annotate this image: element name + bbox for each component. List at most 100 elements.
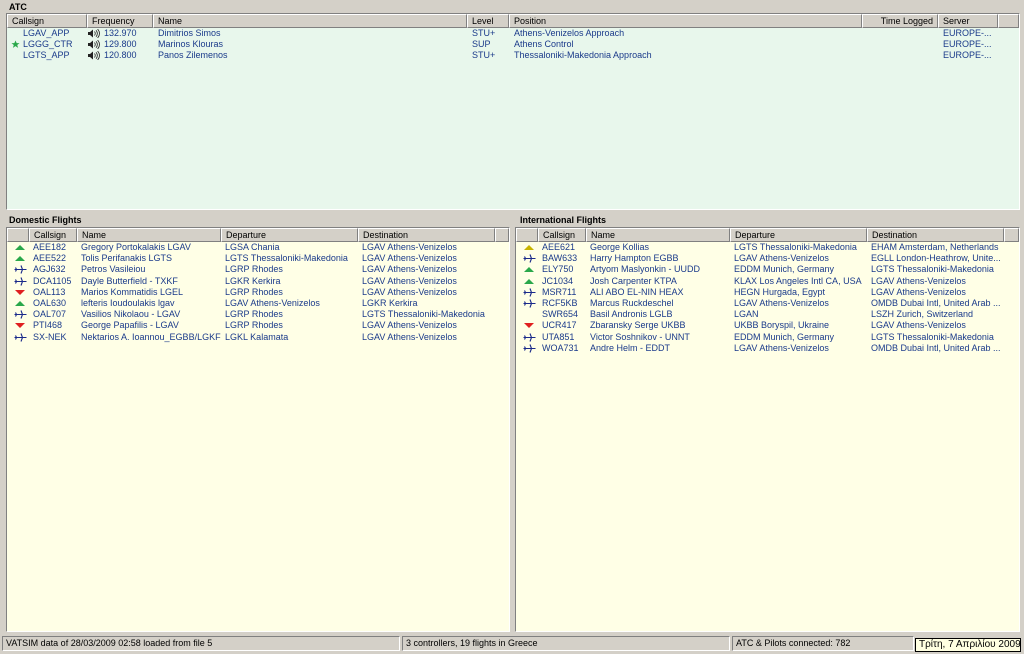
domestic-callsign: AEE182 bbox=[33, 242, 67, 252]
international-header: Callsign Name Departure Destination bbox=[516, 228, 1019, 242]
international-flight-row[interactable]: UTA851 Victor Soshnikov - UNNT EDDM Munich… bbox=[516, 332, 1019, 343]
domestic-destination: LGAV Athens-Venizelos bbox=[362, 320, 457, 331]
domestic-flight-row[interactable]: AEE182 Gregory Portokalakis LGAV LGSA Chan… bbox=[7, 242, 509, 253]
domestic-departure: LGRP Rhodes bbox=[225, 286, 283, 297]
atc-time-logged bbox=[865, 39, 935, 50]
domestic-panel-title: Domestic Flights bbox=[9, 215, 82, 225]
international-callsign: RCF5KB bbox=[542, 297, 578, 308]
atc-col-position[interactable]: Position bbox=[509, 14, 862, 28]
international-callsign: UTA851 bbox=[542, 331, 575, 342]
domestic-col-departure[interactable]: Departure bbox=[221, 228, 358, 242]
international-list[interactable]: Callsign Name Departure Destination AEE6… bbox=[515, 227, 1020, 632]
domestic-destination: LGKR Kerkira bbox=[362, 297, 418, 308]
domestic-destination: LGAV Athens-Venizelos bbox=[362, 242, 457, 252]
airborne-plane-icon bbox=[523, 254, 536, 263]
atc-row[interactable]: LGTS_APP 120.800 Panos Zilemenos STU+ Thessa… bbox=[7, 50, 1019, 61]
international-flight-row[interactable]: AEE621 George Kollias LGTS Thessaloniki-Ma… bbox=[516, 242, 1019, 253]
domestic-col-icon bbox=[7, 228, 29, 242]
international-flight-row[interactable]: BAW633 Harry Hampton EGBB LGAV Athens-Veni… bbox=[516, 253, 1019, 264]
atc-frequency: 132.970 bbox=[104, 28, 137, 38]
domestic-flight-row[interactable]: PTI468 George Papafilis - LGAV LGRP Rhodes… bbox=[7, 320, 509, 331]
status-data-source: VATSIM data of 28/03/2009 02:58 loaded f… bbox=[2, 636, 400, 651]
star-icon bbox=[11, 40, 23, 49]
status-summary: 3 controllers, 19 flights in Greece bbox=[402, 636, 730, 651]
atc-time-logged bbox=[865, 28, 935, 39]
atc-list[interactable]: Callsign Frequency Name Level Position T… bbox=[6, 13, 1020, 210]
atc-time-logged bbox=[865, 50, 935, 61]
domestic-departure: LGTS Thessaloniki-Makedonia bbox=[225, 253, 348, 264]
international-name: George Kollias bbox=[590, 242, 650, 252]
speaker-icon bbox=[87, 51, 100, 61]
international-col-departure[interactable]: Departure bbox=[730, 228, 867, 242]
atc-position: Athens-Venizelos Approach bbox=[514, 28, 625, 38]
international-name: ALI ABO EL-NIN HEAX bbox=[590, 286, 684, 297]
domestic-departure: LGRP Rhodes bbox=[225, 309, 283, 320]
international-destination: LGAV Athens-Venizelos bbox=[871, 320, 966, 331]
domestic-flight-row[interactable]: OAL707 Vasilios Nikolaou - LGAV LGRP Rhode… bbox=[7, 309, 509, 320]
atc-callsign: LGGG_CTR bbox=[23, 39, 73, 50]
international-col-destination[interactable]: Destination bbox=[867, 228, 1004, 242]
international-flight-row[interactable]: JC1034 Josh Carpenter KTPA KLAX Los Angele… bbox=[516, 276, 1019, 287]
atc-col-callsign[interactable]: Callsign bbox=[7, 14, 87, 28]
domestic-callsign: AGJ632 bbox=[33, 264, 66, 275]
atc-position: Thessaloniki-Makedonia Approach bbox=[514, 50, 652, 61]
international-name: Josh Carpenter KTPA bbox=[590, 275, 677, 286]
domestic-col-name[interactable]: Name bbox=[77, 228, 221, 242]
atc-frequency: 120.800 bbox=[104, 50, 137, 61]
atc-col-time-logged[interactable]: Time Logged bbox=[862, 14, 938, 28]
airborne-plane-icon bbox=[523, 343, 536, 353]
atc-level: STU+ bbox=[472, 50, 496, 61]
domestic-flight-row[interactable]: OAL630 lefteris Ioudoulakis lgav LGAV Athe… bbox=[7, 298, 509, 309]
domestic-list[interactable]: Callsign Name Departure Destination AEE1… bbox=[6, 227, 510, 632]
international-departure: LGAV Athens-Venizelos bbox=[734, 297, 829, 308]
international-flight-row[interactable]: MSR711 ALI ABO EL-NIN HEAX HEGN Hurgada, E… bbox=[516, 287, 1019, 298]
atc-name: Panos Zilemenos bbox=[158, 50, 228, 61]
international-name: Harry Hampton EGBB bbox=[590, 253, 679, 264]
departure-arrow-icon bbox=[14, 254, 26, 263]
domestic-flight-row[interactable]: DCA1105 Dayle Butterfield - TXKF LGKR Kerk… bbox=[7, 276, 509, 287]
airborne-plane-icon bbox=[523, 299, 536, 308]
international-destination: EGLL London-Heathrow, Unite... bbox=[871, 253, 1001, 264]
speaker-icon bbox=[87, 39, 100, 50]
atc-col-level[interactable]: Level bbox=[467, 14, 509, 28]
airborne-plane-icon bbox=[14, 265, 27, 275]
domestic-flight-row[interactable]: AEE522 Tolis Perifanakis LGTS LGTS Thessal… bbox=[7, 253, 509, 264]
domestic-destination: LGAV Athens-Venizelos bbox=[362, 275, 457, 286]
airborne-plane-icon bbox=[14, 310, 27, 319]
domestic-name: lefteris Ioudoulakis lgav bbox=[81, 297, 175, 308]
international-name: Andre Helm - EDDT bbox=[590, 342, 671, 353]
airborne-plane-icon bbox=[14, 276, 27, 286]
international-flight-row[interactable]: SWR654 Basil Andronis LGLB LGAN LSZH Zurich… bbox=[516, 309, 1019, 320]
domestic-flight-row[interactable]: SX-NEK Nektarios A. Ioannou_EGBB/LGKF LGKL… bbox=[7, 332, 509, 343]
international-flight-row[interactable]: RCF5KB Marcus Ruckdeschel LGAV Athens-Veni… bbox=[516, 298, 1019, 309]
atc-level: STU+ bbox=[472, 28, 496, 38]
domestic-callsign: SX-NEK bbox=[33, 331, 67, 342]
airborne-plane-icon bbox=[523, 288, 536, 297]
arrival-arrow-icon bbox=[14, 288, 26, 297]
atc-col-server[interactable]: Server bbox=[938, 14, 998, 28]
atc-level: SUP bbox=[472, 39, 491, 50]
international-destination: OMDB Dubai Intl, United Arab ... bbox=[871, 297, 1001, 308]
international-flight-row[interactable]: ELY750 Artyom Maslyonkin - UUDD EDDM Munic… bbox=[516, 264, 1019, 275]
domestic-flight-row[interactable]: OAL113 Marios Kommatidis LGEL LGRP Rhodes L… bbox=[7, 287, 509, 298]
international-destination: OMDB Dubai Intl, United Arab ... bbox=[871, 342, 1001, 353]
international-flight-row[interactable]: UCR417 Zbaransky Serge UKBB UKBB Boryspil,… bbox=[516, 320, 1019, 331]
atc-row[interactable]: LGGG_CTR 129.800 Marinos Klouras SUP Athens … bbox=[7, 39, 1019, 50]
domestic-col-destination[interactable]: Destination bbox=[358, 228, 495, 242]
international-col-name[interactable]: Name bbox=[586, 228, 730, 242]
international-name: Zbaransky Serge UKBB bbox=[590, 320, 686, 331]
domestic-name: Dayle Butterfield - TXKF bbox=[81, 275, 178, 286]
international-departure: UKBB Boryspil, Ukraine bbox=[734, 320, 830, 331]
domestic-col-callsign[interactable]: Callsign bbox=[29, 228, 77, 242]
atc-row[interactable]: LGAV_APP 132.970 Dimitrios Simos STU+ Athens… bbox=[7, 28, 1019, 39]
atc-col-name[interactable]: Name bbox=[153, 14, 467, 28]
domestic-departure: LGRP Rhodes bbox=[225, 264, 283, 275]
departure-yellow-arrow-icon bbox=[523, 243, 535, 252]
international-flight-row[interactable]: WOA731 Andre Helm - EDDT LGAV Athens-Veniz… bbox=[516, 343, 1019, 354]
domestic-flight-row[interactable]: AGJ632 Petros Vasileiou LGRP Rhodes LGAV At… bbox=[7, 264, 509, 275]
international-departure: HEGN Hurgada, Egypt bbox=[734, 286, 826, 297]
atc-rows: LGAV_APP 132.970 Dimitrios Simos STU+ Athens… bbox=[7, 28, 1019, 62]
atc-col-frequency[interactable]: Frequency bbox=[87, 14, 153, 28]
airborne-plane-icon bbox=[14, 332, 27, 342]
international-col-callsign[interactable]: Callsign bbox=[538, 228, 586, 242]
